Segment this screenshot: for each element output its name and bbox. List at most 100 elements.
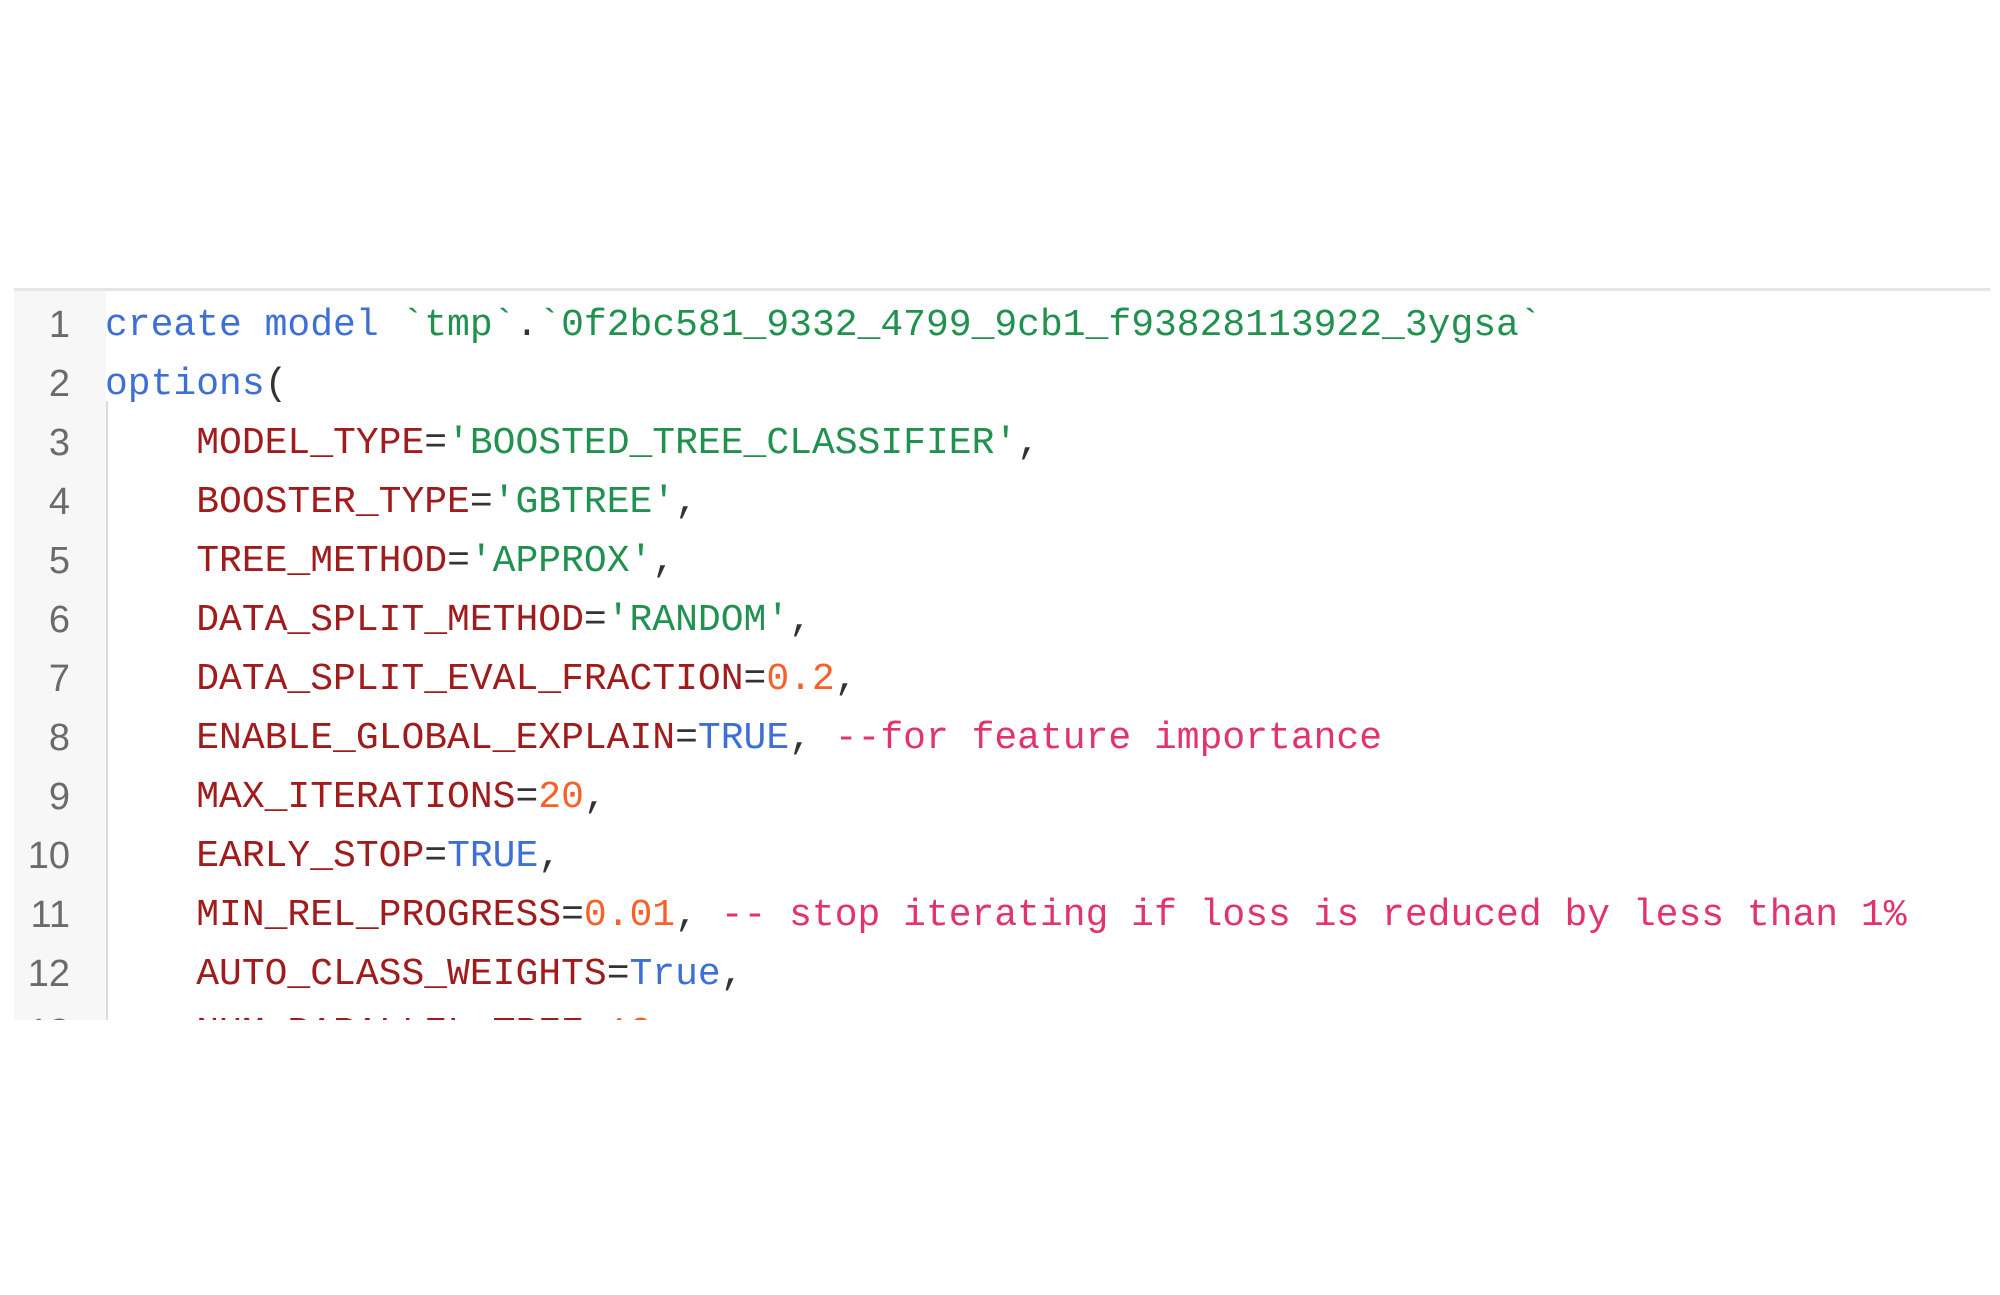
token-p bbox=[105, 599, 196, 642]
line-number: 8 bbox=[48, 717, 70, 759]
code-text: BOOSTER_TYPE='GBTREE', bbox=[105, 473, 698, 532]
token-p bbox=[105, 953, 196, 996]
token-param: AUTO_CLASS_WEIGHTS bbox=[196, 953, 607, 996]
token-p: ( bbox=[264, 363, 288, 406]
line-number: 12 bbox=[27, 953, 70, 995]
token-kw: create model bbox=[105, 304, 402, 347]
code-line[interactable]: 2 options( bbox=[14, 355, 1990, 414]
code-text: DATA_SPLIT_METHOD='RANDOM', bbox=[105, 591, 812, 650]
token-kw: TRUE bbox=[697, 717, 790, 760]
code-line[interactable]: 10 EARLY_STOP=TRUE, bbox=[14, 827, 1990, 886]
token-p: , bbox=[675, 481, 698, 524]
token-kw: TRUE bbox=[447, 835, 539, 878]
token-num: 0.01 bbox=[583, 894, 676, 937]
token-param: NUM_PARALLEL_TREE bbox=[196, 1012, 584, 1020]
token-num: 10 bbox=[607, 1012, 653, 1020]
code-line[interactable]: 3 MODEL_TYPE='BOOSTED_TREE_CLASSIFIER', bbox=[14, 414, 1990, 473]
token-p: = bbox=[606, 953, 630, 996]
token-p bbox=[105, 1012, 196, 1020]
code-line[interactable]: 13 NUM_PARALLEL_TREE=10 bbox=[14, 1004, 1990, 1020]
token-param: MAX_ITERATIONS bbox=[196, 776, 516, 819]
line-number: 10 bbox=[27, 835, 70, 877]
token-p: = bbox=[424, 835, 448, 878]
code-line[interactable]: 5 TREE_METHOD='APPROX', bbox=[14, 532, 1990, 591]
token-p: , bbox=[1017, 422, 1040, 465]
token-param: ENABLE_GLOBAL_EXPLAIN bbox=[196, 717, 676, 760]
token-p bbox=[105, 835, 196, 878]
code-text: MAX_ITERATIONS=20, bbox=[105, 768, 607, 827]
token-str: `tmp` bbox=[401, 304, 516, 347]
token-p: , bbox=[789, 599, 812, 642]
code-line[interactable]: 12 AUTO_CLASS_WEIGHTS=True, bbox=[14, 945, 1990, 1004]
token-p: , bbox=[675, 894, 721, 937]
token-p: = bbox=[515, 776, 539, 819]
token-str: 'RANDOM' bbox=[606, 599, 790, 642]
token-num: 0.2 bbox=[766, 658, 835, 701]
line-number: 9 bbox=[48, 776, 70, 818]
token-p: , bbox=[720, 953, 744, 996]
token-p bbox=[105, 894, 196, 937]
token-p: , bbox=[834, 658, 858, 701]
token-kw: True bbox=[629, 953, 721, 996]
token-p: = bbox=[743, 658, 767, 701]
line-number: 4 bbox=[48, 481, 70, 523]
token-p: = bbox=[561, 894, 584, 937]
token-p bbox=[105, 717, 196, 760]
token-str: `0f2bc581_9332_4799_9cb1_f93828113922_3y… bbox=[538, 304, 1542, 347]
token-p: = bbox=[584, 1012, 607, 1020]
line-number: 11 bbox=[30, 894, 70, 936]
token-param: DATA_SPLIT_EVAL_FRACTION bbox=[196, 658, 744, 701]
code-text: MIN_REL_PROGRESS=0.01, -- stop iterating… bbox=[105, 886, 1907, 945]
sql-code-editor[interactable]: 1 create model `tmp`.`0f2bc581_9332_4799_… bbox=[14, 288, 1990, 1020]
token-p: . bbox=[515, 304, 539, 347]
code-text: MODEL_TYPE='BOOSTED_TREE_CLASSIFIER', bbox=[105, 414, 1040, 473]
code-line[interactable]: 11 MIN_REL_PROGRESS=0.01, -- stop iterat… bbox=[14, 886, 1990, 945]
line-number: 5 bbox=[48, 540, 70, 582]
token-p: , bbox=[652, 540, 676, 583]
code-text: AUTO_CLASS_WEIGHTS=True, bbox=[105, 945, 744, 1004]
token-param: BOOSTER_TYPE bbox=[196, 481, 470, 524]
token-str: 'APPROX' bbox=[469, 540, 653, 583]
line-number: 6 bbox=[48, 599, 70, 641]
token-param: EARLY_STOP bbox=[196, 835, 425, 878]
token-cmt: --for feature importance bbox=[834, 717, 1383, 760]
token-p: = bbox=[447, 540, 470, 583]
token-p bbox=[105, 481, 196, 524]
token-num: 20 bbox=[538, 776, 584, 819]
token-p: = bbox=[424, 422, 448, 465]
line-number: 2 bbox=[48, 363, 70, 405]
code-text: EARLY_STOP=TRUE, bbox=[105, 827, 561, 886]
code-line[interactable]: 6 DATA_SPLIT_METHOD='RANDOM', bbox=[14, 591, 1990, 650]
token-param: MODEL_TYPE bbox=[196, 422, 425, 465]
line-number: 1 bbox=[48, 304, 70, 346]
line-number: 3 bbox=[48, 422, 70, 464]
code-text: options( bbox=[105, 355, 287, 414]
token-kw: options bbox=[105, 363, 265, 406]
code-line[interactable]: 4 BOOSTER_TYPE='GBTREE', bbox=[14, 473, 1990, 532]
token-str: 'GBTREE' bbox=[492, 481, 676, 524]
token-str: 'BOOSTED_TREE_CLASSIFIER' bbox=[447, 422, 1018, 465]
code-line[interactable]: 9 MAX_ITERATIONS=20, bbox=[14, 768, 1990, 827]
code-text: TREE_METHOD='APPROX', bbox=[105, 532, 675, 591]
token-p: , bbox=[538, 835, 562, 878]
token-param: TREE_METHOD bbox=[196, 540, 448, 583]
code-line[interactable]: 7 DATA_SPLIT_EVAL_FRACTION=0.2, bbox=[14, 650, 1990, 709]
token-param: DATA_SPLIT_METHOD bbox=[196, 599, 584, 642]
code-text: NUM_PARALLEL_TREE=10 bbox=[105, 1004, 652, 1020]
token-p bbox=[105, 422, 196, 465]
token-param: MIN_REL_PROGRESS bbox=[196, 894, 562, 937]
code-line[interactable]: 1 create model `tmp`.`0f2bc581_9332_4799_… bbox=[14, 296, 1990, 355]
token-p: = bbox=[469, 481, 493, 524]
token-p: , bbox=[789, 717, 835, 760]
line-number: 13 bbox=[14, 1004, 70, 1020]
token-p bbox=[105, 776, 196, 819]
token-p: = bbox=[675, 717, 698, 760]
token-cmt: -- stop iterating if loss is reduced by … bbox=[720, 894, 1907, 937]
code-line[interactable]: 8 ENABLE_GLOBAL_EXPLAIN=TRUE, --for feat… bbox=[14, 709, 1990, 768]
token-p: = bbox=[583, 599, 607, 642]
token-p: , bbox=[583, 776, 607, 819]
code-text: DATA_SPLIT_EVAL_FRACTION=0.2, bbox=[105, 650, 858, 709]
code-text: ENABLE_GLOBAL_EXPLAIN=TRUE, --for featur… bbox=[105, 709, 1382, 768]
code-text: create model `tmp`.`0f2bc581_9332_4799_9… bbox=[105, 296, 1542, 355]
token-p bbox=[105, 658, 196, 701]
